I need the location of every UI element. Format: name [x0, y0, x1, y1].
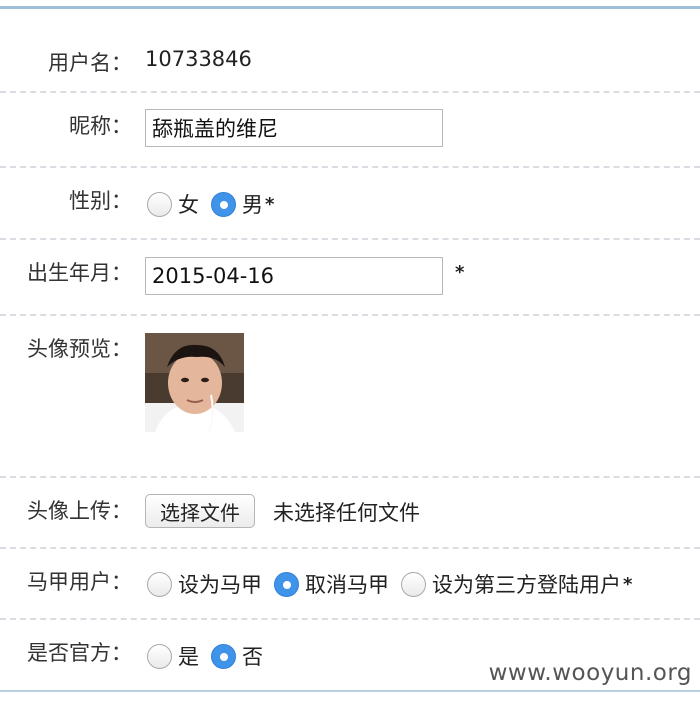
required-mark: * — [623, 573, 633, 595]
gender-option-label: 男 — [242, 193, 263, 217]
radio-third-party[interactable] — [401, 571, 426, 597]
birthdate-input[interactable] — [145, 257, 443, 295]
divider — [0, 618, 700, 620]
top-border — [0, 6, 700, 9]
radio-male[interactable] — [211, 191, 236, 217]
avatar-portrait-icon — [145, 333, 244, 432]
radio-cancel-vest[interactable] — [274, 571, 299, 597]
official-option-label: 否 — [242, 645, 263, 669]
gender-label: 性别： — [69, 189, 132, 213]
divider — [0, 91, 700, 93]
vest-account-radio-group: 设为马甲 取消马甲 设为第三方登陆用户 * — [147, 569, 644, 599]
username-value: 10733846 — [145, 47, 252, 71]
avatar-upload-label: 头像上传： — [27, 499, 132, 523]
vest-option-label: 设为第三方登陆用户 — [432, 573, 621, 597]
birthdate-label: 出生年月： — [27, 261, 132, 285]
vest-option-third-party[interactable]: 设为第三方登陆用户 * — [401, 569, 632, 599]
vest-option-label: 设为马甲 — [178, 573, 262, 597]
choose-file-button[interactable]: 选择文件 — [145, 494, 255, 528]
vest-option-cancel[interactable]: 取消马甲 — [274, 569, 389, 599]
gender-option-male[interactable]: 男 * — [211, 189, 274, 219]
vest-option-label: 取消马甲 — [305, 573, 389, 597]
radio-set-vest[interactable] — [147, 571, 172, 597]
official-option-no[interactable]: 否 — [211, 641, 263, 671]
username-label: 用户名： — [48, 51, 132, 75]
radio-official-no[interactable] — [211, 643, 236, 669]
gender-radio-group: 女 男 * — [147, 189, 286, 219]
gender-option-female[interactable]: 女 — [147, 189, 199, 219]
nickname-input[interactable] — [145, 109, 443, 147]
avatar-preview-image — [145, 333, 244, 432]
official-option-yes[interactable]: 是 — [147, 641, 199, 671]
radio-official-yes[interactable] — [147, 643, 172, 669]
vest-account-label: 马甲用户： — [27, 570, 132, 594]
divider — [0, 314, 700, 316]
divider — [0, 476, 700, 478]
divider — [0, 547, 700, 549]
official-option-label: 是 — [178, 645, 199, 669]
nickname-label: 昵称： — [69, 114, 132, 138]
required-mark: * — [265, 193, 275, 215]
divider — [0, 238, 700, 240]
watermark-text: www.wooyun.org — [488, 660, 692, 686]
radio-female[interactable] — [147, 191, 172, 217]
vest-option-set[interactable]: 设为马甲 — [147, 569, 262, 599]
official-radio-group: 是 否 — [147, 641, 275, 671]
bottom-border — [0, 690, 700, 692]
avatar-preview-label: 头像预览： — [27, 337, 132, 361]
official-label: 是否官方： — [27, 641, 132, 665]
gender-option-label: 女 — [178, 193, 199, 217]
required-mark: * — [455, 262, 465, 283]
file-status-text: 未选择任何文件 — [273, 501, 420, 525]
divider — [0, 166, 700, 168]
